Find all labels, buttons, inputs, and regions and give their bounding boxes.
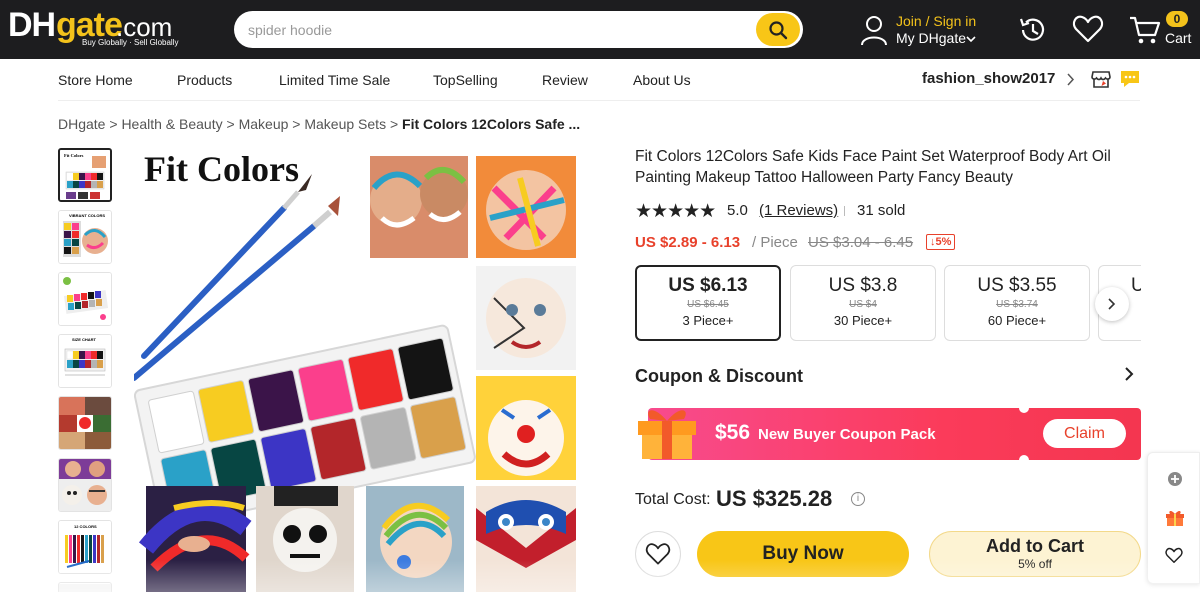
coupon-description: New Buyer Coupon Pack	[758, 426, 936, 443]
store-nav-topselling[interactable]: TopSelling	[433, 72, 498, 88]
logo-dh: DH	[8, 6, 56, 44]
price-tiers: US $6.13 US $6.45 3 Piece+ US $3.8 US $4…	[635, 265, 1141, 343]
product-thumbnail[interactable]: 12 COLORS	[58, 520, 112, 574]
cart-icon[interactable]	[1128, 14, 1162, 46]
rating-row: ★★★★★ 5.0 (1 Reviews) 31 sold	[635, 200, 1035, 222]
store-nav: Store Home Products Limited Time Sale To…	[0, 59, 1200, 101]
top-header: DH gate .com Buy Globally · Sell Globall…	[0, 0, 1200, 59]
coupon-notch	[1019, 403, 1029, 413]
join-signin-link[interactable]: Join / Sign in	[896, 13, 976, 29]
rating-score: 5.0	[727, 202, 748, 219]
store-nav-limited-time-sale[interactable]: Limited Time Sale	[279, 72, 390, 88]
store-nav-review[interactable]: Review	[542, 72, 588, 88]
add-to-cart-button[interactable]: Add to Cart 5% off	[929, 531, 1141, 577]
gift-icon	[638, 410, 696, 459]
store-name-link[interactable]: fashion_show2017	[922, 70, 1055, 87]
total-value: US $325.28	[716, 486, 833, 511]
product-thumbnail[interactable]	[58, 396, 112, 450]
main-product-image[interactable]: Fit Colors	[131, 148, 580, 592]
product-thumbnail[interactable]	[58, 458, 112, 512]
breadcrumb-item[interactable]: Makeup	[239, 116, 289, 132]
svg-text:Fit Colors: Fit Colors	[144, 149, 299, 189]
coupon-notch	[1019, 455, 1029, 465]
account-menu[interactable]: Join / Sign in My DHgate	[860, 12, 990, 48]
discount-badge: ↓5%	[926, 234, 956, 250]
breadcrumb-item[interactable]: Health & Beauty	[121, 116, 222, 132]
gift-icon[interactable]	[1165, 509, 1185, 527]
sold-count: 31 sold	[857, 202, 906, 219]
cart-count-badge: 0	[1166, 11, 1188, 27]
original-price: US $3.04 - 6.45	[808, 234, 914, 251]
store-nav-divider	[58, 100, 1140, 101]
breadcrumb: DHgate > Health & Beauty > Makeup > Make…	[58, 116, 581, 132]
dhgate-logo[interactable]: DH gate .com Buy Globally · Sell Globall…	[8, 6, 183, 50]
coupon-amount: $56	[715, 421, 751, 444]
svg-text:Fit Colors: Fit Colors	[64, 153, 84, 158]
chat-icon[interactable]	[1119, 69, 1141, 89]
product-thumbnail[interactable]: VIBRANT COLORS	[58, 210, 112, 264]
rating-stars-icon: ★★★★★	[635, 201, 716, 222]
chevron-down-icon	[966, 36, 976, 43]
buy-now-button[interactable]: Buy Now	[697, 531, 909, 577]
price-tier-card[interactable]: US $6.13 US $6.45 3 Piece+	[635, 265, 781, 341]
svg-text:12 COLORS: 12 COLORS	[74, 524, 97, 529]
cart-label[interactable]: Cart	[1165, 30, 1191, 46]
price-range: US $2.89 - 6.13	[635, 234, 741, 251]
rating-divider	[844, 206, 845, 216]
info-icon[interactable]: i	[851, 492, 865, 506]
store-nav-products[interactable]: Products	[177, 72, 232, 88]
price-unit: / Piece	[752, 234, 798, 251]
price-line: US $2.89 - 6.13 / Piece US $3.04 - 6.45 …	[635, 233, 1115, 253]
plus-circle-icon[interactable]	[1167, 471, 1183, 487]
price-tier-card[interactable]: US $3.55 US $3.74 60 Piece+	[944, 265, 1090, 341]
breadcrumb-item[interactable]: Makeup Sets	[304, 116, 386, 132]
svg-text:SIZE CHART: SIZE CHART	[72, 337, 97, 342]
tiers-next-button[interactable]	[1095, 287, 1129, 321]
price-tier-card[interactable]: US $3.8 US $4 30 Piece+	[790, 265, 936, 341]
store-nav-about-us[interactable]: About Us	[633, 72, 691, 88]
heart-icon[interactable]	[1165, 547, 1183, 564]
store-nav-home[interactable]: Store Home	[58, 72, 133, 88]
product-thumbnail[interactable]: Fit Colors	[58, 148, 112, 202]
search-icon	[769, 20, 788, 39]
chevron-right-icon	[1067, 73, 1075, 86]
wishlist-heart-icon[interactable]	[1072, 14, 1104, 44]
reviews-link[interactable]: (1 Reviews)	[759, 202, 838, 219]
product-title: Fit Colors 12Colors Safe Kids Face Paint…	[635, 148, 1111, 186]
product-thumbnail[interactable]	[58, 272, 112, 326]
coupon-banner[interactable]: $56 New Buyer Coupon Pack Claim	[648, 403, 1141, 465]
user-icon	[861, 16, 887, 46]
breadcrumb-item[interactable]: DHgate	[58, 116, 105, 132]
my-dhgate-label[interactable]: My DHgate	[896, 30, 966, 46]
claim-button[interactable]: Claim	[1043, 419, 1126, 448]
search-input[interactable]	[248, 19, 728, 41]
search-button[interactable]	[756, 13, 800, 46]
store-icon[interactable]	[1090, 68, 1112, 90]
coupon-heading[interactable]: Coupon & Discount	[635, 366, 803, 387]
chevron-right-icon[interactable]	[1124, 366, 1134, 382]
total-label: Total Cost:	[635, 491, 711, 508]
history-icon[interactable]	[1017, 14, 1049, 46]
floating-sidebar	[1147, 452, 1200, 584]
add-to-wishlist-button[interactable]	[635, 531, 681, 577]
logo-slogan: Buy Globally · Sell Globally	[82, 38, 179, 47]
heart-icon	[645, 543, 671, 565]
search-bar	[234, 11, 803, 48]
product-thumbnail[interactable]: SIZE CHART	[58, 334, 112, 388]
breadcrumb-current: Fit Colors 12Colors Safe ...	[402, 116, 581, 132]
svg-text:VIBRANT COLORS: VIBRANT COLORS	[69, 213, 105, 218]
chevron-right-icon	[1108, 298, 1116, 310]
add-to-cart-discount: 5% off	[1018, 557, 1052, 571]
add-to-cart-label: Add to Cart	[986, 536, 1084, 556]
product-thumbnail[interactable]	[58, 582, 112, 592]
